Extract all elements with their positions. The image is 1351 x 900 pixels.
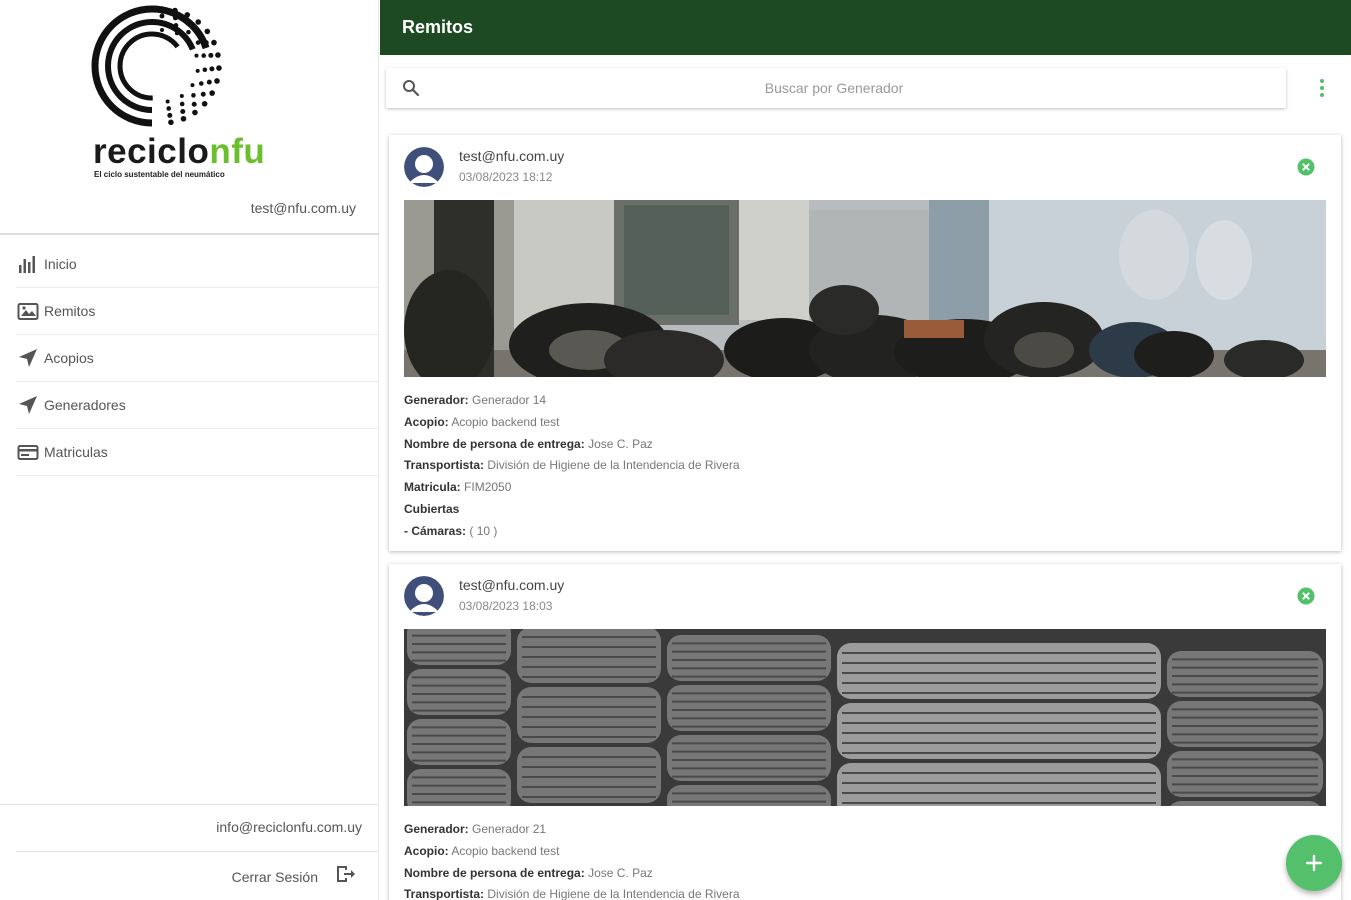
brand-tagline: El ciclo sustentable del neumático: [94, 170, 225, 179]
search-input[interactable]: [434, 68, 1234, 108]
detail-generador: Generador: Generador 14: [404, 393, 547, 407]
page-title: Remitos: [402, 17, 474, 37]
card-user-email: test@nfu.com.uy: [459, 148, 565, 164]
add-remito-button[interactable]: [1286, 835, 1342, 891]
app-header: Remitos: [380, 0, 1351, 55]
detail-transportista: Transportista: División de Higiene de la…: [404, 887, 740, 900]
cancel-icon: [1297, 158, 1315, 176]
card-user-email: test@nfu.com.uy: [459, 577, 565, 593]
more-vert-icon: [1320, 79, 1324, 97]
search-bar: [386, 68, 1286, 108]
navigation-arrow-icon: [16, 346, 40, 370]
sidebar-item-label: Inicio: [44, 256, 77, 272]
detail-persona: Nombre de persona de entrega: Jose C. Pa…: [404, 865, 653, 880]
brand-name: reciclonfu: [93, 132, 266, 171]
logout-icon: [334, 863, 356, 890]
remito-photo: [404, 200, 1326, 377]
sidebar-item-label: Acopios: [44, 350, 94, 366]
sidebar: reciclonfu El ciclo sustentable del neum…: [0, 0, 379, 900]
more-options-button[interactable]: [1310, 76, 1334, 100]
detail-cubiertas: Cubiertas: [404, 501, 460, 516]
sidebar-user-email: test@nfu.com.uy: [250, 200, 356, 216]
sidebar-item-inicio[interactable]: Inicio: [16, 241, 379, 288]
sidebar-item-label: Generadores: [44, 397, 126, 413]
card-icon: [16, 440, 40, 464]
detail-persona: Nombre de persona de entrega: Jose C. Pa…: [404, 436, 653, 451]
sidebar-divider: [0, 804, 379, 805]
sidebar-item-acopios[interactable]: Acopios: [16, 335, 379, 382]
remito-details: Generador: Generador 14 Acopio: Acopio b…: [404, 390, 740, 543]
detail-transportista: Transportista: División de Higiene de la…: [404, 458, 740, 473]
logo-circles-icon: [91, 5, 222, 127]
image-icon: [16, 299, 40, 323]
logout-button[interactable]: Cerrar Sesión: [232, 863, 356, 890]
brand-logo: reciclonfu El ciclo sustentable del neum…: [90, 4, 275, 180]
detail-acopio: Acopio: Acopio backend test: [404, 414, 560, 429]
avatar: [404, 147, 444, 187]
cancel-icon: [1297, 587, 1315, 605]
sidebar-nav: Inicio Remitos Acopios Generadores Matri…: [0, 241, 379, 476]
sidebar-divider: [0, 233, 379, 235]
remito-photo: [404, 629, 1326, 806]
detail-camaras: - Cámaras: ( 10 ): [404, 523, 498, 538]
search-icon: [402, 79, 420, 102]
sidebar-item-label: Matriculas: [44, 444, 108, 460]
remito-details: Generador: Generador 21 Acopio: Acopio b…: [404, 819, 740, 900]
detail-acopio: Acopio: Acopio backend test: [404, 843, 560, 858]
plus-icon: [1305, 854, 1323, 872]
sidebar-item-generadores[interactable]: Generadores: [16, 382, 379, 429]
navigation-arrow-icon: [16, 393, 40, 417]
avatar: [404, 576, 444, 616]
contact-email-link[interactable]: info@reciclonfu.com.uy: [216, 819, 362, 835]
delete-remito-button[interactable]: [1297, 587, 1315, 605]
sidebar-divider: [16, 851, 379, 852]
logout-label: Cerrar Sesión: [231, 868, 318, 885]
delete-remito-button[interactable]: [1297, 158, 1315, 176]
bar-chart-icon: [16, 252, 40, 276]
card-date: 03/08/2023 18:03: [459, 599, 553, 613]
detail-generador: Generador: Generador 21: [404, 822, 547, 836]
sidebar-item-matriculas[interactable]: Matriculas: [16, 429, 379, 476]
app-root: reciclonfu El ciclo sustentable del neum…: [0, 0, 1351, 900]
card-date: 03/08/2023 18:12: [459, 170, 553, 184]
sidebar-item-label: Remitos: [44, 303, 96, 319]
remito-card: test@nfu.com.uy 03/08/2023 18:12 Generad…: [389, 135, 1341, 551]
remito-card: test@nfu.com.uy 03/08/2023 18:03 Generad…: [389, 564, 1341, 900]
detail-matricula: Matricula: FIM2050: [404, 480, 512, 495]
sidebar-item-remitos[interactable]: Remitos: [16, 288, 379, 335]
